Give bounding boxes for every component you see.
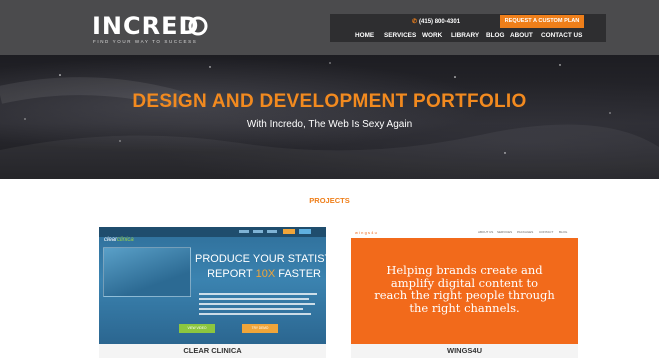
- projects-heading: PROJECTS: [309, 196, 350, 205]
- nav-work[interactable]: WORK: [422, 30, 442, 42]
- thumb-text-line: [199, 293, 317, 295]
- thumb-nav-button: [299, 229, 311, 234]
- thumb-text-line: [199, 298, 309, 300]
- project-thumbnail[interactable]: wings4u ABOUT US SERVICES PACKAGES CONTA…: [351, 227, 578, 344]
- logo-tagline: FIND YOUR WAY TO SUCCESS: [93, 39, 198, 44]
- project-card-wings4u[interactable]: wings4u ABOUT US SERVICES PACKAGES CONTA…: [351, 227, 578, 358]
- nav-library[interactable]: LIBRARY: [451, 30, 479, 42]
- thumb-device-image: [103, 247, 191, 297]
- thumb-nav-item: ABOUT US: [478, 230, 494, 234]
- hero-banner: DESIGN AND DEVELOPMENT PORTFOLIO With In…: [0, 55, 659, 179]
- compass-o-icon: [188, 16, 208, 36]
- thumb-text-line: [199, 303, 315, 305]
- project-title[interactable]: WINGS4U: [351, 344, 578, 358]
- nav-about[interactable]: ABOUT: [510, 30, 533, 42]
- thumb-tagline-line: reach the right people through: [374, 288, 555, 302]
- site-header: INCRED FIND YOUR WAY TO SUCCESS ✆ (415) 8…: [0, 0, 659, 55]
- request-plan-button[interactable]: REQUEST A CUSTOM PLAN: [500, 15, 584, 28]
- thumb-tagline: Helping brands create and amplify digita…: [351, 264, 578, 314]
- thumb-nav-item: [267, 230, 277, 233]
- site-logo[interactable]: INCRED FIND YOUR WAY TO SUCCESS: [92, 13, 232, 45]
- page-subtitle: With Incredo, The Web Is Sexy Again: [246, 119, 413, 130]
- thumb-text-line: [199, 313, 311, 315]
- thumb-subline: REPORT 10X FASTER: [207, 268, 321, 280]
- thumb-headline: PRODUCE YOUR STATISTICAL: [195, 253, 326, 265]
- thumb-tagline-line: Helping brands create and: [386, 263, 543, 277]
- thumb-text-line: [199, 308, 303, 310]
- thumb-try-demo-button: TRY DEMO: [242, 324, 278, 333]
- phone-icon: ✆: [412, 19, 418, 25]
- phone-number[interactable]: ✆ (415) 800-4301: [412, 17, 460, 27]
- logo-wordmark: INCRED: [92, 12, 200, 40]
- nav-home[interactable]: HOME: [355, 30, 374, 42]
- thumb-tagline-line: the right channels.: [409, 300, 520, 315]
- phone-text: (415) 800-4301: [419, 19, 461, 25]
- thumb-nav-item: BLOG: [559, 230, 568, 234]
- thumb-view-video-button: VIEW VIDEO: [179, 324, 215, 333]
- nav-contact-us[interactable]: CONTACT US: [541, 30, 582, 42]
- project-title[interactable]: CLEAR CLINICA: [99, 344, 326, 358]
- hero-background-image: [0, 62, 659, 179]
- project-thumbnail[interactable]: clearclinica PRODUCE YOUR STATISTICAL RE…: [99, 227, 326, 344]
- nav-blog[interactable]: BLOG: [486, 30, 504, 42]
- thumb-nav-button: [283, 229, 295, 234]
- thumb-logo: clearclinica: [104, 237, 134, 243]
- nav-services[interactable]: SERVICES: [384, 30, 416, 42]
- thumb-nav-item: [239, 230, 249, 233]
- thumb-logo: wings4u: [355, 230, 379, 235]
- page-title: DESIGN AND DEVELOPMENT PORTFOLIO: [132, 91, 527, 112]
- thumb-nav-item: CONTACT: [539, 230, 554, 234]
- thumb-nav-item: [253, 230, 263, 233]
- thumb-nav-item: PACKAGES: [517, 230, 534, 234]
- project-card-clear-clinica[interactable]: clearclinica PRODUCE YOUR STATISTICAL RE…: [99, 227, 326, 358]
- thumb-nav-item: SERVICES: [497, 230, 513, 234]
